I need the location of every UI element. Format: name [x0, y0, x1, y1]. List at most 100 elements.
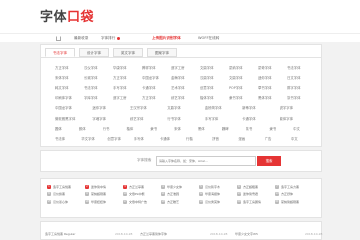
- font-category-link[interactable]: 隶书: [269, 126, 293, 131]
- font-category-link[interactable]: 汉仪字体: [84, 65, 113, 70]
- ranking-item[interactable]: 20 造字工房朗倩: [237, 198, 275, 206]
- font-category-link[interactable]: 宋体: [174, 126, 198, 131]
- ranking-item[interactable]: 8 汉仪旗黑: [47, 191, 85, 199]
- font-category-link[interactable]: 黑体字体: [258, 95, 287, 100]
- font-category-link[interactable]: 造字工房: [113, 95, 142, 100]
- font-category-link[interactable]: 楷体字体: [200, 95, 229, 100]
- search-input[interactable]: [156, 156, 256, 166]
- ranking-item[interactable]: 16 华康娃娃体: [85, 198, 123, 206]
- font-category-link[interactable]: 中文: [291, 136, 317, 141]
- font-category-link[interactable]: 迷你字体: [92, 105, 129, 110]
- font-category-link[interactable]: 宋体字体: [55, 75, 84, 80]
- font-category-link[interactable]: 方正字体: [142, 95, 171, 100]
- tab-english[interactable]: 英文字体: [113, 48, 143, 57]
- font-category-link[interactable]: 腾祥字体: [142, 65, 171, 70]
- font-category-link[interactable]: 综艺字体: [171, 95, 200, 100]
- font-category-link[interactable]: 行书: [103, 126, 127, 131]
- font-category-link[interactable]: 文鼎字体: [229, 75, 258, 80]
- font-category-link[interactable]: 字魂字体: [92, 116, 129, 121]
- ranking-item[interactable]: 2 迷你简中倩: [85, 183, 123, 191]
- tab-pattern[interactable]: 图案字体: [147, 48, 177, 57]
- ranking-item[interactable]: 4 华康少女体: [161, 183, 199, 191]
- tab-calligraphy[interactable]: 书法字体: [45, 48, 75, 57]
- ranking-item[interactable]: 18 方正稚艺: [161, 198, 199, 206]
- ranking-item[interactable]: 3 方正兰亭黑: [123, 183, 161, 191]
- ranking-item[interactable]: 15 汉仪菱心体: [47, 198, 85, 206]
- font-category-link[interactable]: 漫画: [238, 136, 264, 141]
- ranking-item[interactable]: 14 方正舒体: [275, 191, 313, 199]
- font-category-link[interactable]: 造字工房: [171, 65, 200, 70]
- font-category-link[interactable]: 长城字体: [84, 75, 113, 80]
- font-category-link[interactable]: 黑体: [198, 126, 222, 131]
- font-category-link[interactable]: 华文字体: [81, 136, 107, 141]
- font-category-link[interactable]: 楷体: [126, 126, 150, 131]
- ranking-item[interactable]: 6 方正超粗黑: [237, 183, 275, 191]
- font-category-link[interactable]: 广告: [265, 136, 291, 141]
- nav-item-latest[interactable]: 最新收录: [74, 35, 88, 42]
- font-category-link[interactable]: 手写体: [134, 136, 160, 141]
- font-category-link[interactable]: 汉鼎字体: [200, 75, 229, 80]
- font-category-link[interactable]: 颜体: [79, 126, 103, 131]
- font-category-link[interactable]: 印刷体字体: [55, 95, 84, 100]
- font-category-link[interactable]: 蒙纳字体: [229, 65, 258, 70]
- font-category-link[interactable]: 金桥简字体: [205, 105, 242, 110]
- font-category-link[interactable]: 字库字体: [84, 95, 113, 100]
- ranking-item[interactable]: 5 汉仪铸字木: [199, 183, 237, 191]
- font-category-link[interactable]: 华康字体: [113, 65, 142, 70]
- font-category-link[interactable]: 创意字体: [107, 136, 133, 141]
- font-category-link[interactable]: 综艺字体: [130, 116, 167, 121]
- font-category-link[interactable]: 新蒂字体: [242, 105, 279, 110]
- home-icon[interactable]: [56, 36, 61, 41]
- font-category-link[interactable]: 韩文字体: [55, 85, 84, 90]
- list-item-title[interactable]: 方正兰亭黑简体字体: [140, 232, 167, 236]
- font-category-link[interactable]: 金梅字体: [171, 75, 200, 80]
- font-category-link[interactable]: 魏碑: [222, 126, 246, 131]
- font-category-link[interactable]: 中文: [293, 126, 317, 131]
- font-category-link[interactable]: 文鼎字体: [167, 105, 204, 110]
- font-category-link[interactable]: 篆书字体: [287, 95, 316, 100]
- nav-item-upload-recognize[interactable]: 上传图片识别字体: [152, 35, 181, 42]
- nav-item-woff-convert[interactable]: WOFF在线转: [198, 35, 219, 42]
- font-category-link[interactable]: 书法字体: [287, 65, 316, 70]
- font-category-link[interactable]: 蒙奇字体: [258, 65, 287, 70]
- font-category-link[interactable]: 文鼎字体: [200, 65, 229, 70]
- ranking-item[interactable]: 13 迷你简雪君: [237, 191, 275, 199]
- font-category-link[interactable]: 艺术字体: [171, 85, 200, 90]
- font-category-link[interactable]: 书法体: [55, 136, 81, 141]
- ranking-item[interactable]: 11 方正准圆: [161, 191, 199, 199]
- font-category-link[interactable]: 创意字体: [200, 85, 229, 90]
- search-button[interactable]: 搜索: [257, 156, 281, 166]
- list-item-title[interactable]: 华康少女文字W5: [235, 232, 258, 236]
- font-category-link[interactable]: 锐字字体: [280, 105, 317, 110]
- list-item-title[interactable]: 造字工房悦黑 Regular: [45, 232, 75, 236]
- font-category-link[interactable]: 行书字体: [167, 116, 204, 121]
- nav-item-ranking[interactable]: 字体排行: [101, 35, 121, 42]
- font-category-link[interactable]: 拼音: [212, 136, 238, 141]
- site-logo[interactable]: 字体 口袋: [40, 8, 94, 25]
- ranking-item[interactable]: 7 造字工房力黑: [275, 183, 313, 191]
- font-category-link[interactable]: 中国龙字体: [55, 105, 92, 110]
- font-category-link[interactable]: 方正字体: [113, 75, 142, 80]
- font-category-link[interactable]: 手写字体: [205, 116, 242, 121]
- font-category-link[interactable]: 手写字体: [113, 85, 142, 90]
- font-category-link[interactable]: 隶书: [150, 126, 174, 131]
- ranking-item[interactable]: 1 造字工房悦黑: [47, 183, 85, 191]
- font-category-link[interactable]: 卡通体: [160, 136, 186, 141]
- ranking-item[interactable]: 12 华康海报体: [199, 191, 237, 199]
- font-category-link[interactable]: POP字体: [229, 85, 258, 90]
- font-category-link[interactable]: 草书字体: [258, 85, 287, 90]
- font-category-link[interactable]: 方正字体: [55, 65, 84, 70]
- font-category-link[interactable]: 卡通字体: [142, 85, 171, 90]
- font-category-link[interactable]: 圆体: [55, 126, 79, 131]
- font-category-link[interactable]: 胖字字体: [287, 85, 316, 90]
- font-category-link[interactable]: 卡通字体: [242, 116, 279, 121]
- ranking-item[interactable]: 21 蒙纳简超刚黑: [275, 198, 313, 206]
- font-category-link[interactable]: 隶书字体: [229, 95, 258, 100]
- font-category-link[interactable]: 书法字体: [84, 85, 113, 90]
- ranking-item[interactable]: 19 汉仪秀英体: [199, 198, 237, 206]
- font-category-link[interactable]: 微软雅黑字体: [55, 116, 92, 121]
- ranking-item[interactable]: 17 文鼎中特广告: [123, 198, 161, 206]
- font-category-link[interactable]: 日文字体: [287, 75, 316, 80]
- font-category-link[interactable]: 行楷: [186, 136, 212, 141]
- font-category-link[interactable]: 王汉宗字体: [130, 105, 167, 110]
